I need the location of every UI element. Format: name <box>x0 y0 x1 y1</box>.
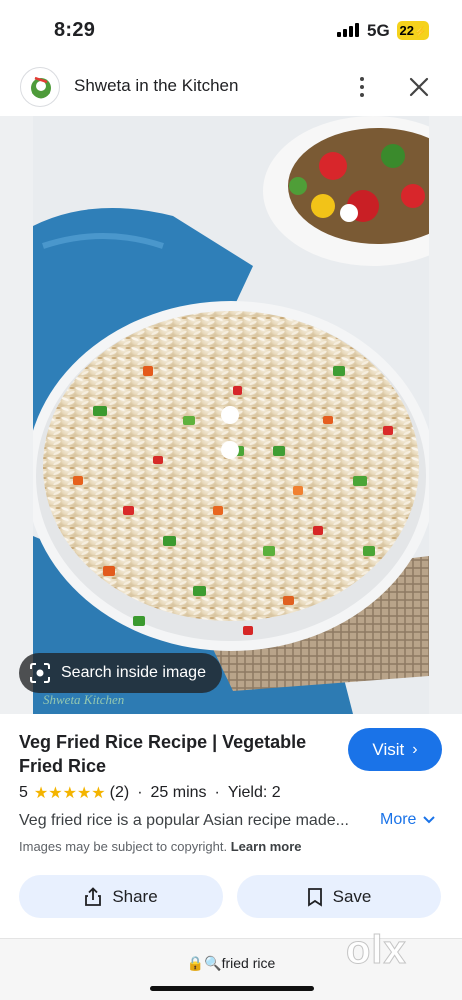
more-button[interactable]: More <box>380 811 436 829</box>
visual-search-dot[interactable] <box>221 441 239 459</box>
search-inside-image-button[interactable]: Search inside image <box>19 653 222 693</box>
chevron-right-icon: › <box>412 740 418 758</box>
lock-icon: 🔒 <box>186 955 205 971</box>
search-inside-label: Search inside image <box>61 664 206 681</box>
close-icon[interactable] <box>406 74 432 100</box>
image-watermark: Shweta Kitchen <box>43 692 124 707</box>
chevron-down-icon <box>423 816 436 824</box>
star-rating-icon: ★★★★★ <box>33 785 106 802</box>
visual-search-dot[interactable] <box>340 204 358 222</box>
copyright-notice: Images may be subject to copyright. Lear… <box>19 839 302 854</box>
save-button[interactable]: Save <box>237 875 441 918</box>
more-vert-icon[interactable] <box>354 74 370 100</box>
site-name[interactable]: Shweta in the Kitchen <box>74 76 238 96</box>
rating-value: 5 <box>19 784 28 801</box>
learn-more-link[interactable]: Learn more <box>231 839 302 854</box>
search-query: fried rice <box>221 955 276 971</box>
battery-icon: 22⚡ <box>397 21 429 40</box>
visit-button[interactable]: Visit › <box>348 728 442 771</box>
signal-icon <box>337 23 361 37</box>
recipe-yield: Yield: 2 <box>227 784 281 801</box>
fried-rice-image[interactable]: Shweta Kitchen <box>33 116 429 714</box>
rating-row: 5 ★★★★★ (2) · 25 mins · Yield: 2 <box>19 784 281 802</box>
image-viewer[interactable]: Shweta Kitchen Search inside image <box>0 116 462 714</box>
result-description: Veg fried rice is a popular Asian recipe… <box>19 812 349 829</box>
olx-watermark: olx <box>346 928 407 973</box>
chef-logo-icon[interactable] <box>20 67 60 107</box>
home-indicator[interactable] <box>150 986 314 991</box>
review-count: (2) <box>109 784 130 801</box>
network-label: 5G <box>367 21 390 40</box>
lens-icon <box>30 663 50 683</box>
search-icon: 🔍 <box>204 955 222 971</box>
status-bar: 8:29 5G 22⚡ <box>0 0 462 60</box>
save-label: Save <box>332 886 372 906</box>
visit-label: Visit <box>372 739 405 759</box>
result-title[interactable]: Veg Fried Rice Recipe | Vegetable Fried … <box>19 730 339 778</box>
copyright-text: Images may be subject to copyright. <box>19 839 228 854</box>
bookmark-icon <box>307 887 322 907</box>
share-label: Share <box>112 886 158 906</box>
cook-time: 25 mins <box>150 784 207 801</box>
status-time: 8:29 <box>54 19 96 41</box>
battery-level: 22 <box>399 23 414 38</box>
share-button[interactable]: Share <box>19 875 223 918</box>
more-label: More <box>380 811 417 828</box>
visual-search-dot[interactable] <box>221 406 239 424</box>
source-header: Shweta in the Kitchen <box>0 60 462 116</box>
share-icon <box>85 886 102 906</box>
